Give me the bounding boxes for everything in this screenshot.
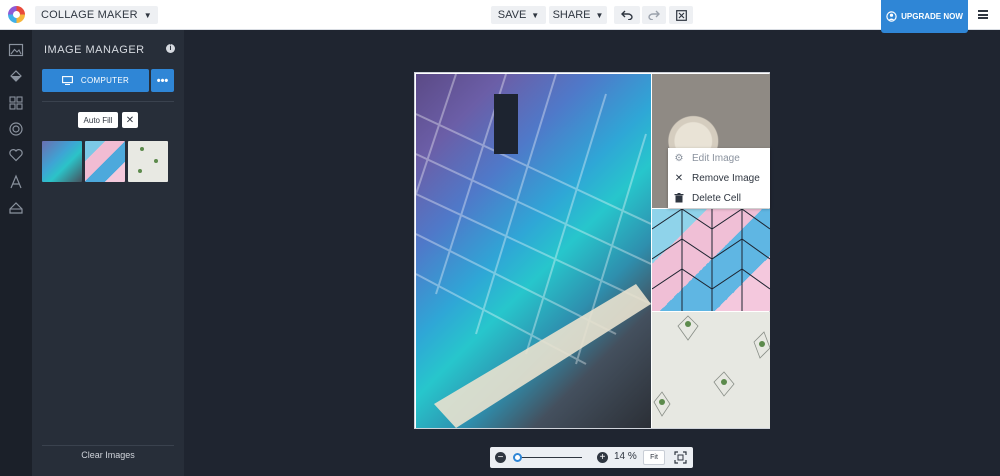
image-icon[interactable] bbox=[8, 42, 24, 58]
collage-canvas[interactable] bbox=[414, 72, 770, 429]
zoom-in-button[interactable]: + bbox=[597, 452, 608, 463]
panel-title: IMAGE MANAGER bbox=[44, 44, 145, 56]
image-thumbnail-plants[interactable] bbox=[128, 141, 168, 182]
save-button[interactable]: SAVE ▼ bbox=[491, 6, 546, 24]
zoom-bar: − + 14 % Fit bbox=[490, 447, 693, 468]
clear-canvas-button[interactable] bbox=[669, 6, 693, 24]
remove-image-label: Remove Image bbox=[692, 172, 760, 184]
divider bbox=[42, 101, 174, 102]
cell-context-menu: ⚙ Edit Image ✕ Remove Image Delete Cell bbox=[668, 148, 770, 208]
chevron-down-icon: ▼ bbox=[531, 10, 540, 20]
monitor-icon bbox=[61, 76, 73, 85]
tool-rail bbox=[0, 30, 32, 476]
zoom-out-button[interactable]: − bbox=[495, 452, 506, 463]
trash-icon bbox=[674, 193, 684, 203]
collage-maker-menu[interactable]: COLLAGE MAKER ▼ bbox=[35, 6, 158, 24]
redo-icon bbox=[648, 10, 660, 20]
save-button-label: SAVE bbox=[497, 9, 527, 21]
clear-canvas-icon bbox=[675, 9, 687, 21]
edit-image-label: Edit Image bbox=[692, 152, 740, 164]
share-button[interactable]: SHARE ▼ bbox=[549, 6, 607, 24]
collage-cell-plants[interactable] bbox=[652, 312, 770, 428]
upload-from-computer-button[interactable]: COMPUTER bbox=[42, 69, 149, 92]
remove-image-menu-item[interactable]: ✕ Remove Image bbox=[668, 168, 770, 188]
more-sources-button[interactable]: ••• bbox=[151, 69, 174, 92]
delete-cell-menu-item[interactable]: Delete Cell bbox=[668, 188, 770, 208]
undo-icon bbox=[621, 10, 633, 20]
more-dots-icon: ••• bbox=[156, 74, 169, 87]
top-bar: COLLAGE MAKER ▼ SAVE ▼ SHARE ▼ UPGRADE N… bbox=[0, 0, 1000, 33]
share-button-label: SHARE bbox=[552, 9, 591, 21]
image-thumbnail-color-chart[interactable] bbox=[42, 141, 82, 182]
geometric-pattern-photo bbox=[652, 209, 770, 311]
plant-pattern-icon bbox=[138, 147, 158, 173]
paint-bucket-icon[interactable] bbox=[8, 68, 24, 84]
info-icon[interactable]: i bbox=[166, 44, 175, 53]
fit-label: Fit bbox=[650, 454, 658, 461]
close-icon: ✕ bbox=[125, 114, 135, 126]
collage-cell-geometric[interactable] bbox=[652, 209, 770, 311]
collage-cell-color-chart[interactable] bbox=[416, 74, 651, 428]
image-thumbnail-geometric[interactable] bbox=[85, 141, 125, 182]
close-icon: ✕ bbox=[674, 172, 684, 184]
zoom-slider-track[interactable] bbox=[514, 457, 582, 458]
zoom-slider-handle[interactable] bbox=[512, 453, 522, 462]
undo-button[interactable] bbox=[614, 6, 640, 24]
zoom-fit-button[interactable]: Fit bbox=[643, 450, 665, 465]
computer-button-label: COMPUTER bbox=[80, 76, 130, 85]
target-circle-icon[interactable] bbox=[8, 121, 24, 137]
auto-fill-label: Auto Fill bbox=[83, 115, 113, 125]
fullscreen-icon[interactable] bbox=[674, 451, 687, 464]
upgrade-now-button[interactable]: UPGRADE NOW bbox=[881, 0, 968, 33]
upgrade-now-label: UPGRADE NOW bbox=[901, 12, 963, 21]
heart-icon[interactable] bbox=[8, 147, 24, 163]
hamburger-menu-icon[interactable] bbox=[978, 10, 988, 19]
zoom-level-value: 14 % bbox=[614, 451, 637, 462]
chevron-down-icon: ▼ bbox=[143, 10, 152, 20]
text-icon[interactable] bbox=[8, 174, 24, 190]
app-logo-icon[interactable] bbox=[8, 6, 25, 23]
eraser-icon[interactable] bbox=[8, 200, 24, 216]
divider bbox=[42, 445, 174, 446]
redo-button[interactable] bbox=[642, 6, 666, 24]
auto-fill-button[interactable]: Auto Fill bbox=[78, 112, 118, 128]
color-chart-photo bbox=[416, 74, 651, 428]
collage-maker-menu-label: COLLAGE MAKER bbox=[41, 9, 138, 21]
plants-photo bbox=[653, 315, 770, 417]
layout-grid-icon[interactable] bbox=[8, 95, 24, 111]
sliders-icon: ⚙ bbox=[674, 152, 684, 164]
delete-cell-label: Delete Cell bbox=[692, 192, 741, 204]
clear-images-button[interactable]: Clear Images bbox=[42, 450, 174, 460]
clear-auto-fill-button[interactable]: ✕ bbox=[122, 112, 138, 128]
chevron-down-icon: ▼ bbox=[595, 10, 604, 20]
image-manager-panel: IMAGE MANAGER i COMPUTER ••• Auto Fill ✕… bbox=[32, 30, 184, 476]
edit-image-menu-item[interactable]: ⚙ Edit Image bbox=[668, 148, 770, 168]
upgrade-icon bbox=[886, 11, 897, 22]
